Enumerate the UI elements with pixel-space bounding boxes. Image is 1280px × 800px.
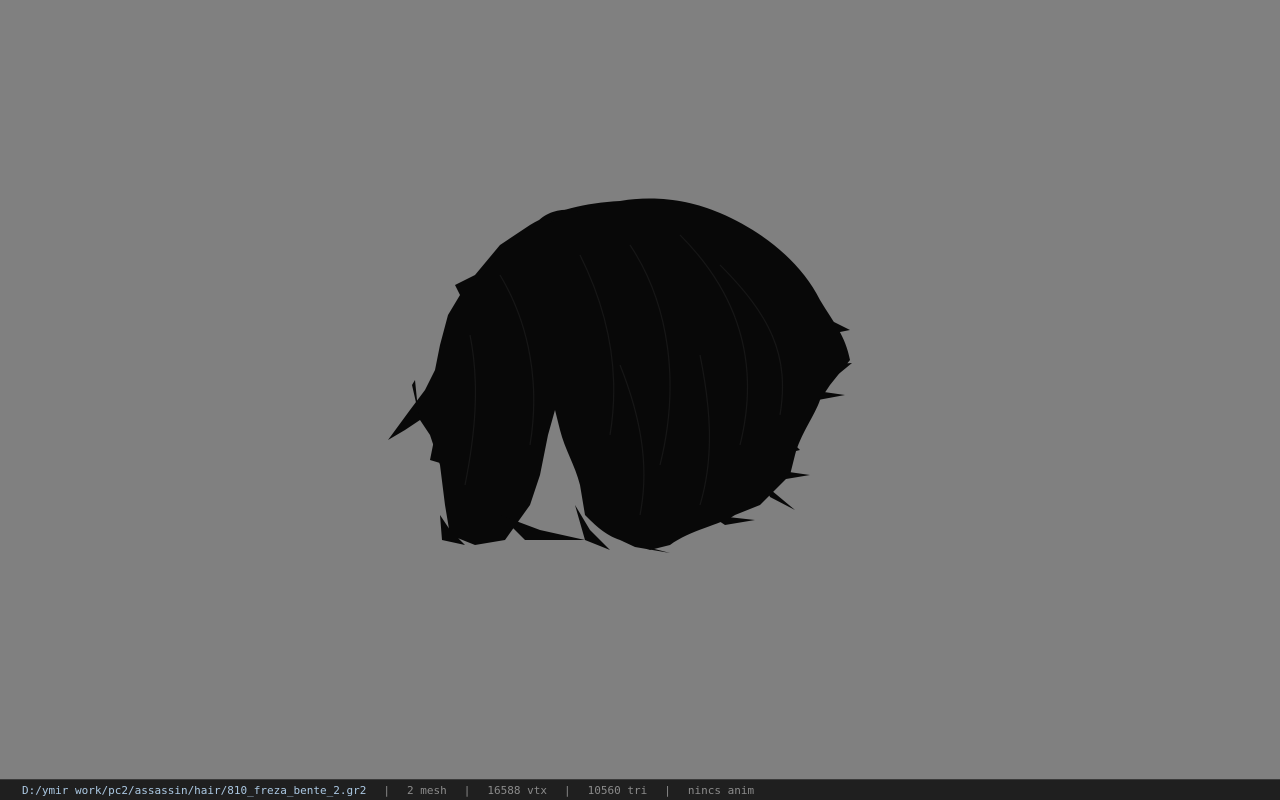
animation-status-text: nincs anim	[687, 783, 755, 797]
file-path-text: D:/ymir work/pc2/assassin/hair/810_freza…	[22, 783, 367, 797]
model-viewport[interactable]	[0, 0, 1280, 779]
separator: |	[664, 783, 671, 797]
mesh-count-text: 2 mesh	[407, 783, 447, 797]
status-bar: D:/ymir work/pc2/assassin/hair/810_freza…	[0, 779, 1280, 800]
vertex-count-text: 16588 vtx	[487, 783, 547, 797]
triangle-count-text: 10560 tri	[587, 783, 648, 797]
separator: |	[463, 783, 471, 797]
separator: |	[383, 783, 390, 797]
separator: |	[563, 783, 571, 797]
hair-model-render[interactable]	[380, 185, 860, 560]
